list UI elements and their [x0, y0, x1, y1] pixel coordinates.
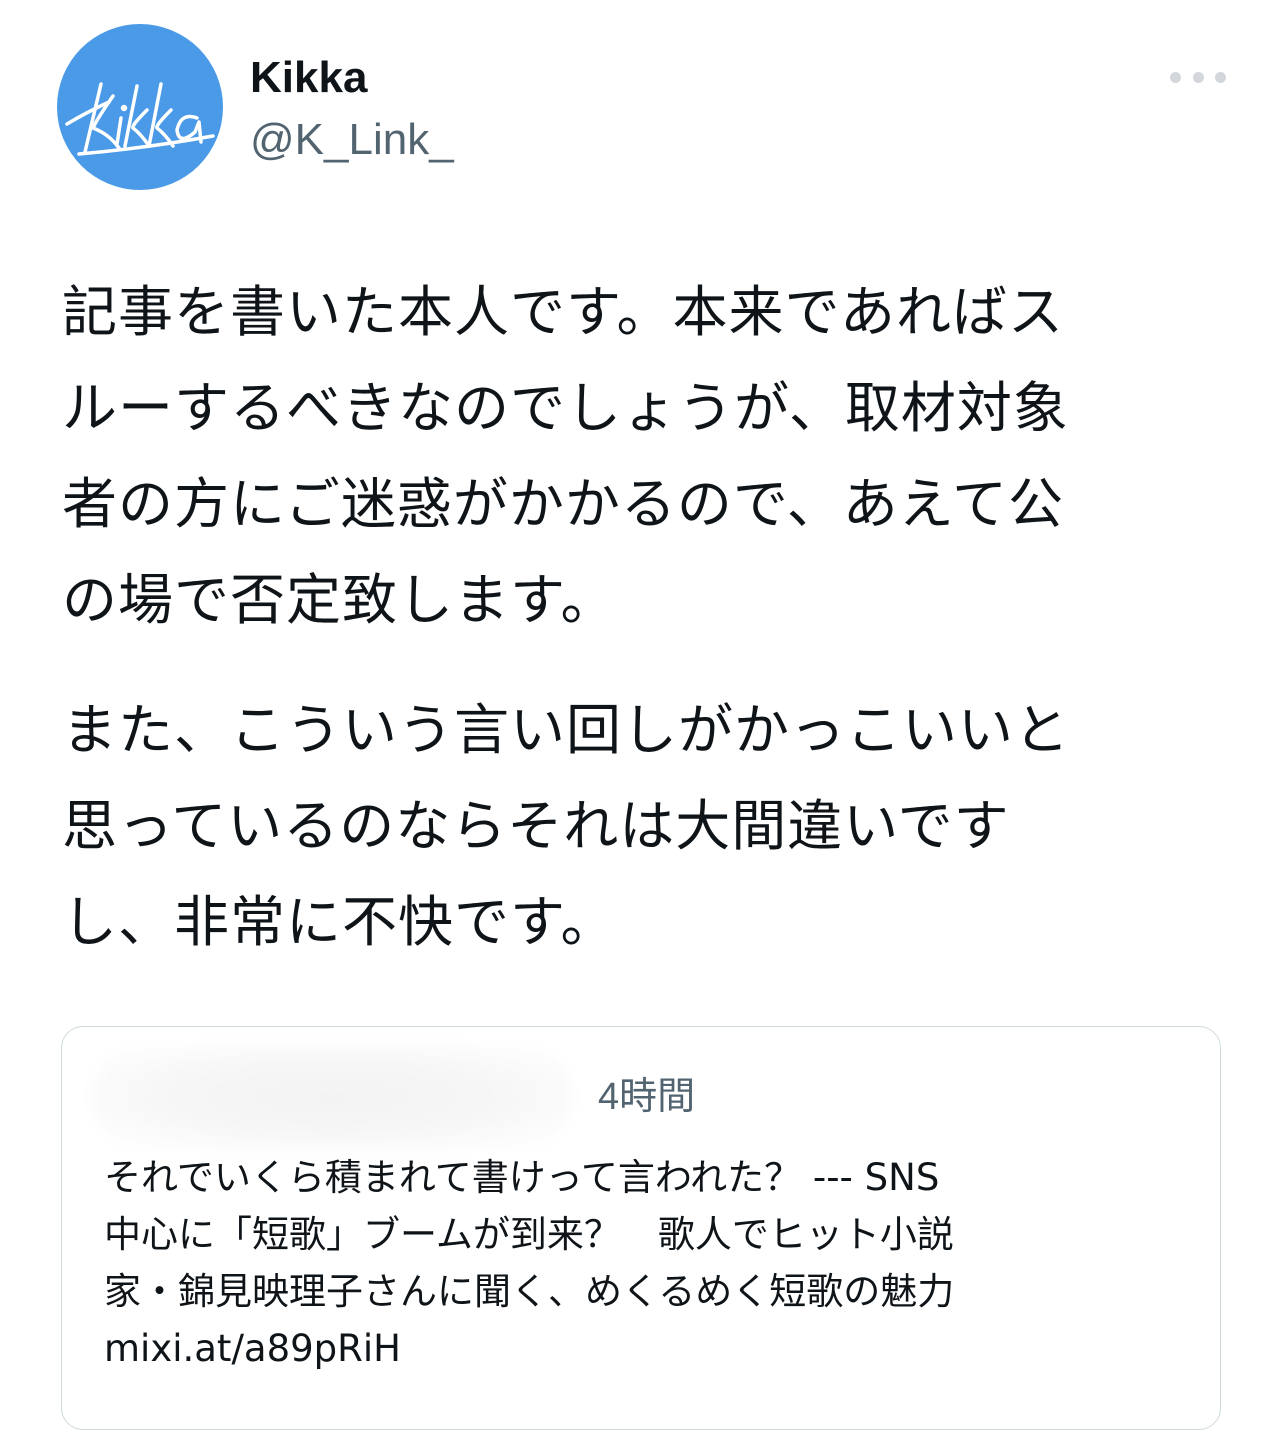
- quoted-tweet[interactable]: 4時間 それでいくら積まれて書けって言われた？ --- SNS 中心に「短歌」ブ…: [61, 1026, 1221, 1430]
- blurred-author-name: [92, 1045, 572, 1149]
- tweet-paragraph: 記事を書いた本人です。本来であればス ルーするべきなのでしょうが、取材対象 者の…: [62, 264, 1232, 648]
- more-horizontal-icon[interactable]: [1170, 62, 1226, 92]
- quoted-tweet-timestamp[interactable]: 4時間: [598, 1069, 695, 1125]
- tweet-line: ルーするべきなのでしょうが、取材対象: [62, 376, 1069, 440]
- tweet-line: 思っているのならそれは大間違いです: [62, 794, 1010, 858]
- quoted-tweet-line: それでいくら積まれて書けって言われた？ --- SNS: [104, 1156, 940, 1199]
- tweet-line: の場で否定致します。: [62, 568, 617, 632]
- quoted-tweet-link[interactable]: mixi.at/a89pRiH: [104, 1320, 1204, 1377]
- quoted-tweet-line: 家・錦見映理子さんに聞く、めくるめく短歌の魅力: [104, 1270, 955, 1313]
- avatar[interactable]: [57, 24, 223, 190]
- display-name[interactable]: Kikka: [250, 50, 367, 106]
- kikka-logo: [65, 82, 215, 156]
- quoted-tweet-line: 中心に「短歌」ブームが到来？ 歌人でヒット小説: [104, 1213, 954, 1256]
- user-handle[interactable]: @K_Link_: [250, 112, 454, 168]
- more-dot: [1215, 71, 1226, 83]
- tweet-line: また、こういう言い回しがかっこいいと: [62, 698, 1071, 762]
- more-dot: [1170, 71, 1181, 83]
- tweet-line: 記事を書いた本人です。本来であればス: [62, 280, 1064, 344]
- tweet-line: 者の方にご迷惑がかかるので、あえて公: [62, 472, 1064, 536]
- tweet-line: し、非常に不快です。: [62, 890, 617, 954]
- more-dot: [1192, 71, 1204, 83]
- quoted-tweet-text: それでいくら積まれて書けって言われた？ --- SNS 中心に「短歌」ブームが到…: [104, 1149, 1204, 1377]
- tweet-text: 記事を書いた本人です。本来であればス ルーするべきなのでしょうが、取材対象 者の…: [62, 264, 1232, 970]
- tweet-paragraph: また、こういう言い回しがかっこいいと 思っているのならそれは大間違いです し、非…: [62, 682, 1232, 970]
